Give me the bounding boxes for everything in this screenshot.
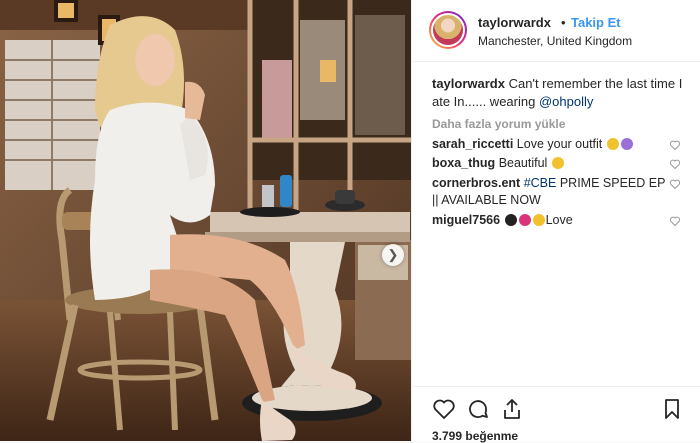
comment-item: boxa_thug Beautiful	[432, 155, 667, 172]
chevron-right-icon: ❯	[387, 247, 399, 262]
bookmark-icon[interactable]	[660, 397, 684, 421]
location-link[interactable]: Manchester, United Kingdom	[478, 34, 632, 48]
avatar-image	[433, 15, 463, 45]
rose-emoji-icon	[518, 214, 531, 226]
comment-username[interactable]: cornerbros.ent	[432, 176, 520, 190]
heart-eyes-emoji-icon	[551, 157, 564, 169]
caption-username[interactable]: taylorwardx	[432, 76, 505, 91]
separator-dot: •	[561, 15, 566, 30]
instagram-post: ❯ taylorwardx • Takip Et Manchester, Uni…	[0, 0, 700, 443]
comment-like-heart-icon[interactable]	[669, 158, 681, 170]
smiling-emoji-icon	[532, 214, 545, 226]
comment-like-heart-icon[interactable]	[669, 139, 681, 151]
author-username[interactable]: taylorwardx	[478, 15, 551, 30]
load-more-comments-button[interactable]: Daha fazla yorum yükle	[432, 117, 565, 131]
post-actions: 3.799 beğenme	[412, 386, 700, 443]
avatar[interactable]	[429, 11, 467, 49]
black-heart-emoji-icon	[504, 214, 517, 226]
heart-eyes-emoji-icon	[606, 138, 619, 150]
share-icon[interactable]	[500, 397, 524, 421]
sparkles-emoji-icon	[620, 138, 633, 150]
comment-like-heart-icon[interactable]	[669, 178, 681, 190]
comment-item: miguel7566 Love	[432, 212, 667, 229]
caption-mention[interactable]: @ohpolly	[539, 94, 593, 109]
comment-item: sarah_riccetti Love your outfit	[432, 136, 667, 153]
comment-hashtag[interactable]: #CBE	[524, 176, 557, 190]
post-side-panel: taylorwardx • Takip Et Manchester, Unite…	[411, 0, 700, 443]
comment-icon[interactable]	[466, 397, 490, 421]
comment-text: Beautiful	[498, 156, 548, 170]
comment-like-heart-icon[interactable]	[669, 215, 681, 227]
comment-text: Love	[545, 213, 573, 227]
post-photo[interactable]: ❯	[0, 0, 411, 441]
avatar-ring-inner	[431, 13, 465, 47]
comment-text: Love your outfit	[516, 137, 603, 151]
follow-button[interactable]: Takip Et	[571, 15, 621, 30]
photo-illustration	[0, 0, 411, 441]
next-photo-button[interactable]: ❯	[382, 244, 404, 266]
comment-username[interactable]: sarah_riccetti	[432, 137, 513, 151]
post-caption: taylorwardx Can't remember the last time…	[432, 75, 687, 111]
heart-icon[interactable]	[432, 397, 456, 421]
comment-item: cornerbros.ent #CBE PRIME SPEED EP || AV…	[432, 175, 667, 209]
comment-username[interactable]: boxa_thug	[432, 156, 495, 170]
post-header: taylorwardx • Takip Et Manchester, Unite…	[412, 0, 700, 62]
comment-username[interactable]: miguel7566	[432, 213, 500, 227]
